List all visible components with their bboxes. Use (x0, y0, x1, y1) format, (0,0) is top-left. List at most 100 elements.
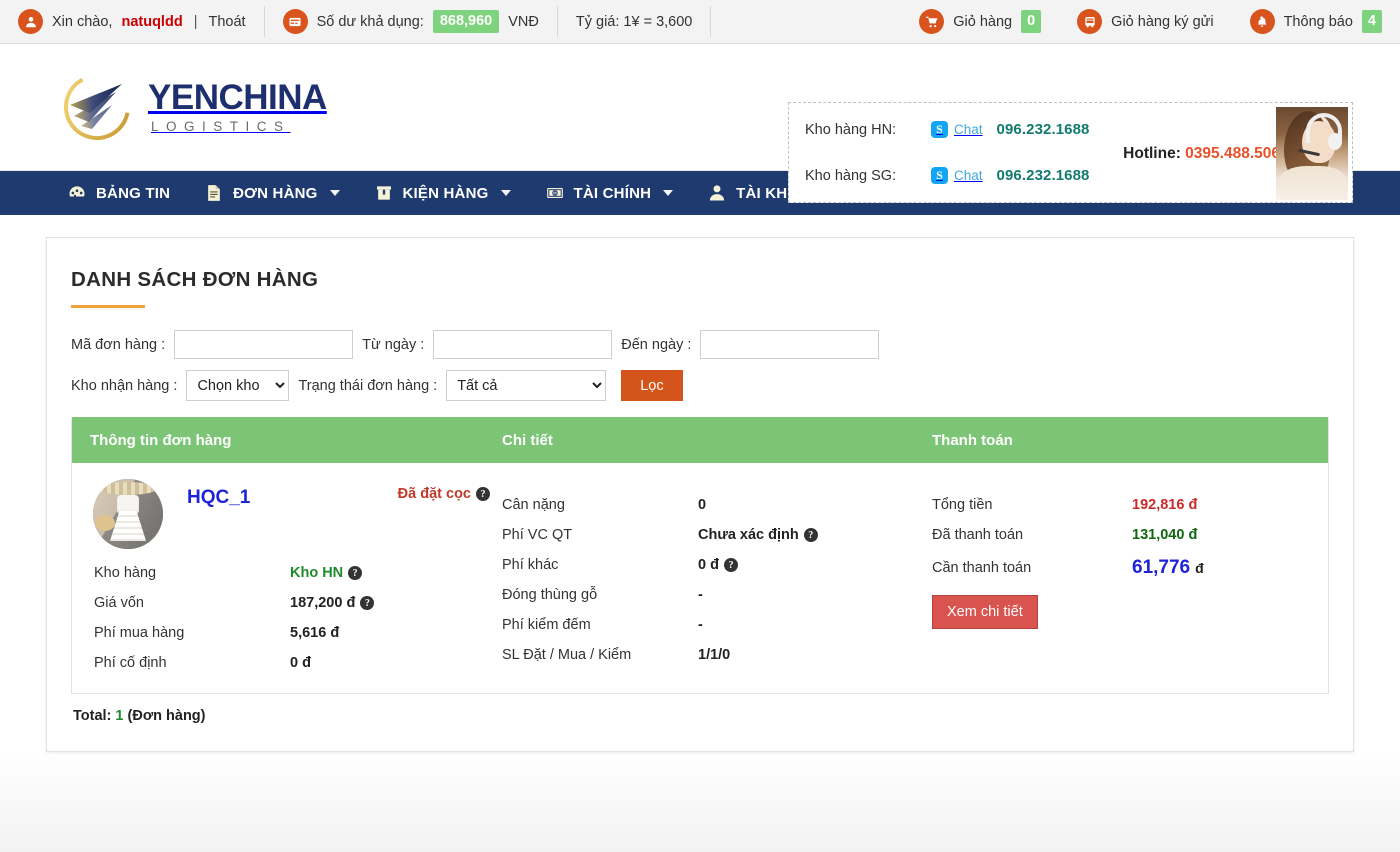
skype-icon: S (931, 167, 948, 184)
row-label: Phí kiểm đếm (502, 617, 698, 633)
row-value: 61,776 đ (1132, 557, 1204, 579)
row-value-text: 61,776 (1132, 557, 1190, 579)
order-code-input[interactable] (174, 330, 353, 359)
logo-subtitle: LOGISTICS (151, 120, 327, 134)
page-container: DANH SÁCH ĐƠN HÀNG Mã đơn hàng : Từ ngày… (0, 215, 1400, 752)
nav-item-tai-chinh[interactable]: TÀI CHÍNH (528, 171, 691, 215)
greeting-text: Xin chào, (52, 14, 112, 30)
product-thumbnail[interactable] (93, 479, 163, 549)
row-value-text: 187,200 đ (290, 595, 355, 611)
warehouse-label: Kho nhận hàng : (71, 378, 177, 394)
row-value-text: Chưa xác định (698, 527, 799, 543)
total-summary: Total: 1 (Đơn hàng) (71, 708, 1329, 724)
notification-group[interactable]: Thông báo 4 (1232, 0, 1400, 43)
user-icon (18, 9, 43, 34)
site-logo[interactable]: YENCHINA LOGISTICS (56, 69, 327, 145)
chevron-down-icon (663, 190, 673, 196)
account-group: Xin chào, natuqldd | Thoát (0, 0, 264, 43)
page-title: DANH SÁCH ĐƠN HÀNG (71, 268, 1329, 292)
row-label: Tổng tiền (932, 497, 1132, 513)
nav-item-don-hang[interactable]: ĐƠN HÀNG (187, 171, 356, 215)
list-item: Phí mua hàng 5,616 đ (90, 625, 502, 641)
warehouse-sg-label: Kho hàng SG: (805, 168, 917, 184)
row-label: Cân nặng (502, 497, 698, 513)
order-code-link[interactable]: HQC_1 (187, 487, 250, 509)
balance-value: 868,960 (433, 10, 499, 32)
nav-label: BẢNG TIN (96, 185, 170, 202)
order-status-select[interactable]: Tất cả (446, 370, 606, 401)
row-value: 1/1/0 (698, 647, 730, 663)
row-label: SL Đặt / Mua / Kiểm (502, 647, 698, 663)
bus-icon (1077, 9, 1102, 34)
row-label: Phí mua hàng (90, 625, 290, 641)
hotline-number: 0395.488.506 (1185, 145, 1280, 162)
list-item: Kho hàng Kho HN ? (90, 565, 502, 581)
hotline-label: Hotline: (1123, 145, 1181, 162)
cart-label: Giỏ hàng (953, 14, 1012, 30)
filters-panel: Mã đơn hàng : Từ ngày : Đến ngày : Kho n… (71, 330, 1329, 401)
exchange-rate-label: Tỷ giá: 1¥ = 3,600 (576, 14, 692, 30)
status-badge: Đã đặt cọc ? (398, 486, 490, 502)
site-header: YENCHINA LOGISTICS Kho hàng HN: S Chat 0… (0, 44, 1400, 171)
order-status-label: Trạng thái đơn hàng : (298, 378, 437, 394)
dashboard-icon (67, 183, 87, 203)
support-agent-photo (1276, 107, 1348, 200)
list-item: Phí khác 0 đ ? (502, 557, 932, 573)
order-info-cell: HQC_1 Đã đặt cọc ? Kho hàng Kho HN ? (72, 479, 502, 671)
help-icon[interactable]: ? (724, 558, 738, 572)
skype-chat-sg[interactable]: S Chat (931, 167, 983, 184)
order-code-label: Mã đơn hàng : (71, 337, 165, 353)
logout-link[interactable]: Thoát (208, 14, 245, 30)
status-badge-label: Đã đặt cọc (398, 486, 471, 502)
user-icon (707, 183, 727, 203)
balance-label: Số dư khả dụng: (317, 14, 424, 30)
nav-item-bang-tin[interactable]: BẢNG TIN (50, 171, 187, 215)
logo-mark-icon (56, 69, 138, 145)
order-payment-cell: Tổng tiền 192,816 đ Đã thanh toán 131,04… (932, 479, 1328, 671)
list-item: Phí VC QT Chưa xác định ? (502, 527, 932, 543)
filter-row-1: Mã đơn hàng : Từ ngày : Đến ngày : (71, 330, 1329, 359)
row-value: 192,816 đ (1132, 497, 1197, 513)
from-date-input[interactable] (433, 330, 612, 359)
exchange-rate-group: Tỷ giá: 1¥ = 3,600 (558, 0, 710, 43)
money-icon (545, 183, 565, 203)
list-item: SL Đặt / Mua / Kiểm 1/1/0 (502, 647, 932, 663)
order-header-line: HQC_1 Đã đặt cọc ? (90, 479, 502, 549)
list-item: Tổng tiền 192,816 đ (932, 497, 1328, 513)
title-underline (71, 305, 145, 308)
shopping-cart-icon (919, 9, 944, 34)
row-label: Đóng thùng gỗ (502, 587, 698, 603)
row-label: Phí VC QT (502, 527, 698, 543)
help-icon[interactable]: ? (804, 528, 818, 542)
row-value: - (698, 587, 703, 603)
skype-icon: S (931, 121, 948, 138)
warehouse-hn-phone: 096.232.1688 (997, 121, 1090, 138)
skype-chat-hn-label: Chat (954, 122, 983, 137)
warehouse-hn-label: Kho hàng HN: (805, 122, 917, 138)
orders-card: DANH SÁCH ĐƠN HÀNG Mã đơn hàng : Từ ngày… (46, 237, 1354, 752)
bell-icon (1250, 9, 1275, 34)
consignment-cart-group[interactable]: Giỏ hàng ký gửi (1059, 0, 1231, 43)
to-date-input[interactable] (700, 330, 879, 359)
chevron-down-icon (833, 190, 843, 196)
nav-item-kien-hang[interactable]: KIỆN HÀNG (357, 171, 528, 215)
contact-row-hn: Kho hàng HN: S Chat 096.232.1688 (805, 107, 1119, 153)
username-label: natuqldd (121, 14, 182, 30)
total-count: 1 (115, 708, 123, 724)
contact-box: Kho hàng HN: S Chat 096.232.1688 Kho hàn… (788, 102, 1353, 203)
skype-chat-hn[interactable]: S Chat (931, 121, 983, 138)
row-value-text: 0 đ (698, 557, 719, 573)
row-value: 131,040 đ (1132, 527, 1197, 543)
view-detail-button[interactable]: Xem chi tiết (932, 595, 1038, 629)
row-value: Chưa xác định ? (698, 527, 818, 543)
row-label: Giá vốn (90, 595, 290, 611)
warehouse-select[interactable]: Chọn kho (186, 370, 289, 401)
filter-button[interactable]: Lọc (621, 370, 682, 401)
help-icon[interactable]: ? (348, 566, 362, 580)
cart-group[interactable]: Giỏ hàng 0 (901, 0, 1059, 43)
help-icon[interactable]: ? (360, 596, 374, 610)
logo-name: YENCHINA (148, 80, 327, 115)
orders-table: Thông tin đơn hàng Chi tiết Thanh toán H… (71, 417, 1329, 694)
help-icon[interactable]: ? (476, 487, 490, 501)
consignment-cart-label: Giỏ hàng ký gửi (1111, 14, 1213, 30)
